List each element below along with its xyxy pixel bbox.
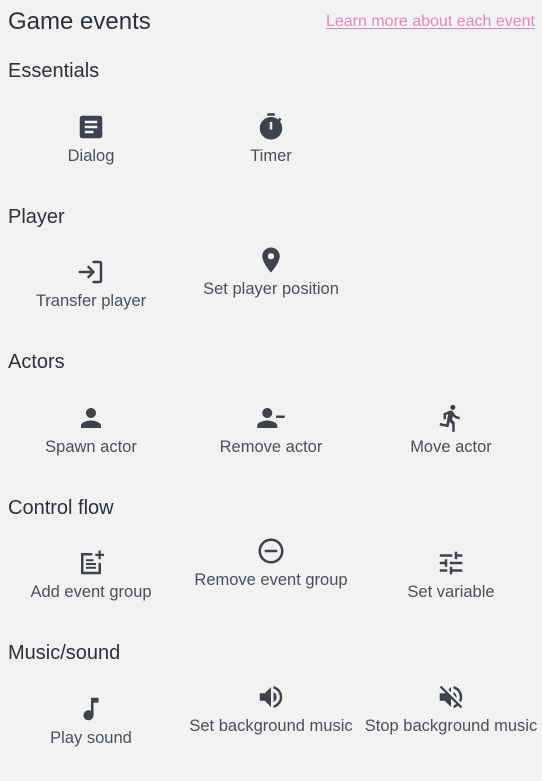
location-pin-icon: [256, 245, 286, 275]
event-set-background-music[interactable]: Set background music: [181, 682, 361, 738]
event-remove-event-group[interactable]: Remove event group: [181, 536, 361, 592]
section-title-player: Player: [8, 206, 65, 228]
event-set-variable[interactable]: Set variable: [361, 536, 541, 604]
event-label: Spawn actor: [45, 438, 137, 456]
learn-more-link[interactable]: Learn more about each event: [326, 12, 535, 32]
section-title-music-sound: Music/sound: [8, 642, 121, 664]
event-remove-actor[interactable]: Remove actor: [181, 391, 361, 459]
event-label: Set variable: [407, 583, 495, 601]
event-timer[interactable]: Timer: [181, 100, 361, 168]
dialog-icon: [76, 112, 106, 142]
volume-off-icon: [436, 682, 466, 712]
event-stop-background-music[interactable]: Stop background music: [361, 682, 541, 738]
event-label: Set background music: [189, 717, 353, 735]
music-note-icon: [76, 694, 106, 724]
event-transfer-player[interactable]: Transfer player: [1, 245, 181, 313]
event-spawn-actor[interactable]: Spawn actor: [1, 391, 181, 459]
note-add-icon: [76, 548, 106, 578]
event-dialog[interactable]: Dialog: [1, 100, 181, 168]
event-add-event-group[interactable]: Add event group: [1, 536, 181, 604]
event-label: Stop background music: [364, 717, 538, 735]
event-play-sound[interactable]: Play sound: [1, 682, 181, 750]
event-label: Timer: [250, 147, 292, 165]
event-move-actor[interactable]: Move actor: [361, 391, 541, 459]
person-icon: [76, 403, 106, 433]
event-label: Move actor: [410, 438, 492, 456]
event-label: Remove actor: [219, 438, 323, 456]
section-title-actors: Actors: [8, 351, 65, 373]
event-label: Play sound: [50, 729, 132, 747]
volume-up-icon: [256, 682, 286, 712]
minus-circle-icon: [256, 536, 286, 566]
event-label: Add event group: [30, 583, 152, 601]
section-title-control-flow: Control flow: [8, 497, 114, 519]
running-person-icon: [436, 403, 466, 433]
page-title: Game events: [8, 8, 151, 35]
section-title-essentials: Essentials: [8, 60, 100, 82]
event-label: Set player position: [203, 280, 339, 298]
person-remove-icon: [256, 403, 286, 433]
header: Game events Learn more about each event: [8, 6, 536, 38]
event-set-player-position[interactable]: Set player position: [181, 245, 361, 301]
event-label: Remove event group: [194, 571, 348, 589]
transfer-icon: [76, 257, 106, 287]
sliders-icon: [436, 548, 466, 578]
event-label: Dialog: [67, 147, 115, 165]
event-label: Transfer player: [35, 292, 147, 310]
timer-icon: [256, 112, 286, 142]
